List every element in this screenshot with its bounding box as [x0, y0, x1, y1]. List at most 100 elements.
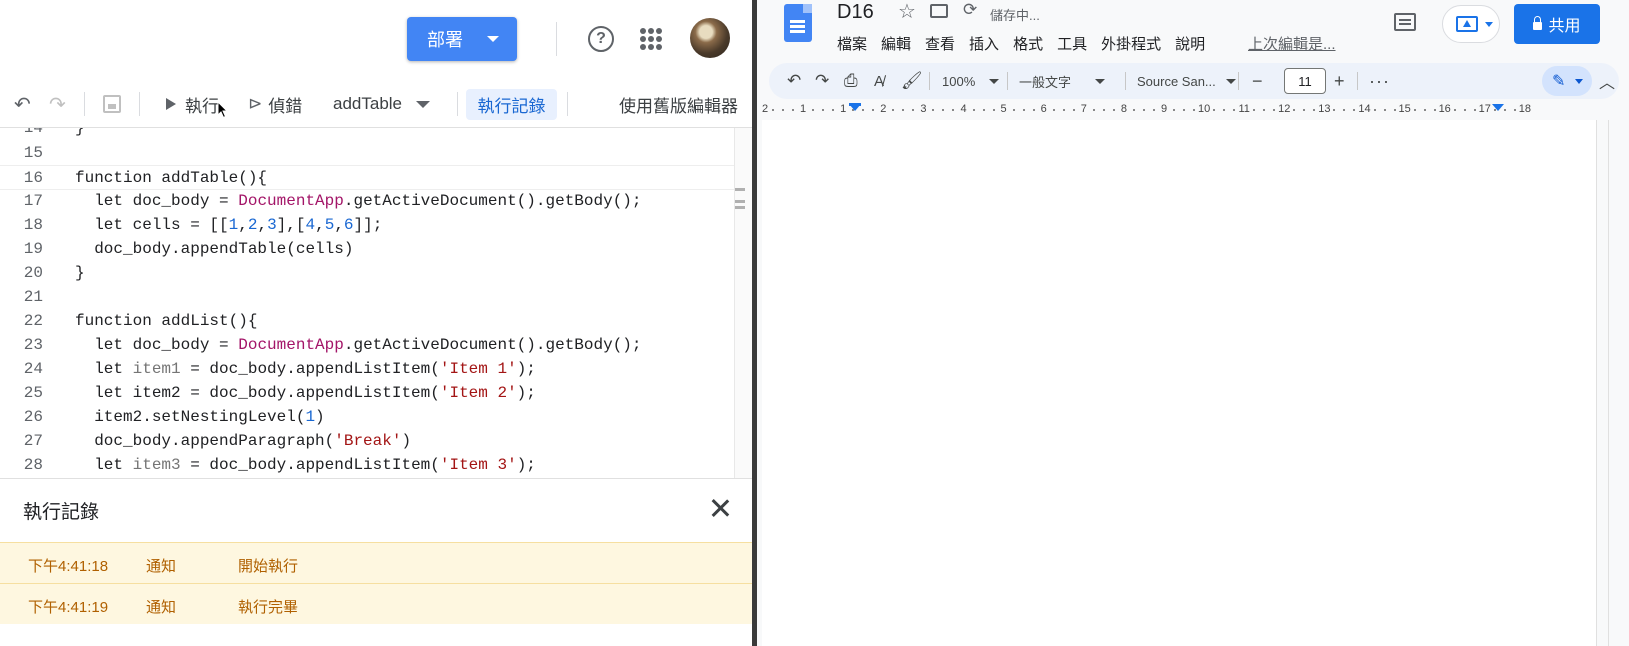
- ruler-tick: [1413, 109, 1416, 111]
- ruler-tick: [1473, 109, 1476, 111]
- zoom-select[interactable]: 100%: [942, 63, 1000, 99]
- docs-logo-icon[interactable]: [784, 4, 812, 42]
- redo-button[interactable]: ↷: [49, 80, 66, 128]
- ruler-tick: [1062, 109, 1065, 111]
- document-title[interactable]: D16: [837, 1, 874, 24]
- ruler[interactable]: 2 1 1 2 3 4 5 6 7 8 9 10 11 12 13 14 15 16 17 18: [762, 103, 1605, 117]
- code-editor[interactable]: 14} 15 16 function addTable(){17 let doc_b…: [0, 128, 734, 478]
- move-to-folder-icon[interactable]: [930, 4, 948, 18]
- legacy-editor-button[interactable]: 使用舊版編輯器: [619, 80, 738, 128]
- ruler-label: 2: [761, 103, 769, 115]
- spellcheck-button[interactable]: A̸: [874, 63, 884, 99]
- ruler-tick: [952, 109, 955, 111]
- redo-button[interactable]: ↷: [815, 63, 829, 99]
- chevron-down-icon: [1225, 78, 1236, 84]
- execution-log-toggle[interactable]: 執行記錄: [466, 89, 557, 120]
- avatar[interactable]: [690, 18, 730, 58]
- ruler-tick: [1102, 109, 1105, 111]
- debug-button[interactable]: ⊳ 偵錯: [248, 80, 302, 128]
- close-icon[interactable]: [708, 496, 732, 520]
- ruler-tick: [942, 109, 945, 111]
- ruler-tick: [782, 109, 785, 111]
- legacy-editor-label: 使用舊版編輯器: [619, 96, 738, 116]
- menu-help[interactable]: 說明: [1175, 33, 1205, 55]
- ruler-tick: [1193, 109, 1196, 111]
- code-line: 25 let item2 = doc_body.appendListItem('…: [0, 381, 734, 406]
- ruler-tick: [1423, 109, 1426, 111]
- code-line: 14}: [23, 128, 85, 137]
- line-number: 17: [23, 192, 43, 210]
- ruler-label: 15: [1398, 103, 1411, 115]
- undo-button[interactable]: ↶: [14, 80, 31, 128]
- run-button[interactable]: 執行: [166, 80, 219, 128]
- menu-tools[interactable]: 工具: [1057, 33, 1087, 55]
- help-icon[interactable]: ?: [588, 26, 614, 52]
- menu-addons[interactable]: 外掛程式: [1101, 33, 1161, 55]
- comment-history-icon[interactable]: [1394, 13, 1416, 31]
- menu-edit[interactable]: 編輯: [881, 33, 911, 55]
- ruler-label: 7: [1080, 103, 1087, 115]
- scroll-marker: [735, 200, 745, 203]
- print-button[interactable]: ⎙: [844, 63, 858, 99]
- editing-mode-button[interactable]: ✎: [1542, 66, 1592, 96]
- menu-file[interactable]: 檔案: [837, 33, 867, 55]
- menu-format[interactable]: 格式: [1013, 33, 1043, 55]
- ruler-label: 5: [1000, 103, 1007, 115]
- undo-icon: ↶: [14, 93, 31, 116]
- paint-format-button[interactable]: 🖌︎: [901, 63, 923, 99]
- code-text: let doc_body = DocumentApp.getActiveDocu…: [75, 192, 642, 210]
- more-options-button[interactable]: ···: [1369, 63, 1390, 99]
- code-text: function addTable(){: [75, 169, 268, 187]
- docs-toolbar: ↶ ↷ ⎙ A̸ 🖌︎ 100% 一般文字 Source San... − 11…: [769, 63, 1619, 99]
- style-select[interactable]: 一般文字: [1019, 63, 1106, 99]
- present-button[interactable]: [1442, 5, 1500, 43]
- chevron-down-icon: [989, 78, 1000, 84]
- function-select[interactable]: addTable: [333, 80, 431, 128]
- save-button[interactable]: [103, 80, 121, 128]
- scroll-marker: [735, 206, 745, 209]
- code-text: item2.setNestingLevel(1): [75, 408, 325, 426]
- editor-toolbar: ↶ ↷ 執行 ⊳ 偵錯 addTable 使用舊版編輯器: [0, 80, 752, 128]
- ruler-tick: [992, 109, 995, 111]
- share-button[interactable]: 共用: [1514, 4, 1600, 44]
- code-text: let item3 = doc_body.appendListItem('Ite…: [75, 456, 536, 474]
- undo-button[interactable]: ↶: [787, 63, 801, 99]
- code-text: doc_body.appendParagraph('Break'): [75, 432, 412, 450]
- ruler-tick: [1373, 109, 1376, 111]
- apps-grid-icon[interactable]: [640, 28, 662, 50]
- log-row: 下午4:41:19 通知 執行完畢: [0, 583, 752, 624]
- left-indent-marker[interactable]: [849, 104, 861, 111]
- run-label: 執行: [185, 96, 219, 116]
- code-text: let item1 = doc_body.appendListItem('Ite…: [75, 360, 536, 378]
- ruler-tick: [1253, 109, 1256, 111]
- menu-insert[interactable]: 插入: [969, 33, 999, 55]
- ruler-label: 6: [1040, 103, 1047, 115]
- more-horiz-icon: ···: [1369, 70, 1390, 91]
- log-time: 下午4:41:18: [28, 558, 109, 575]
- code-text: let item2 = doc_body.appendListItem('Ite…: [75, 384, 536, 402]
- code-line: 24 let item1 = doc_body.appendListItem('…: [0, 357, 734, 382]
- ruler-label: 16: [1438, 103, 1451, 115]
- ruler-tick: [982, 109, 985, 111]
- font-select[interactable]: Source San...: [1137, 63, 1236, 99]
- decrease-font-size-button[interactable]: −: [1252, 63, 1263, 99]
- log-time: 下午4:41:19: [28, 599, 109, 616]
- toolbar-divider: [457, 92, 458, 116]
- docs-scrollbar[interactable]: [1608, 120, 1609, 646]
- ruler-label: 18: [1518, 103, 1532, 115]
- script-header: 部署 ?: [0, 0, 752, 80]
- toolbar-divider: [1125, 72, 1126, 90]
- document-page[interactable]: [762, 120, 1597, 646]
- ruler-label: 8: [1120, 103, 1127, 115]
- last-edit-link[interactable]: 上次編輯是...: [1248, 33, 1336, 54]
- increase-font-size-button[interactable]: +: [1334, 63, 1345, 99]
- deploy-button[interactable]: 部署: [407, 17, 517, 61]
- right-indent-marker[interactable]: [1492, 104, 1504, 111]
- star-icon[interactable]: ☆: [898, 0, 916, 24]
- chevron-down-icon: [416, 100, 431, 108]
- hide-menus-button[interactable]: ︿: [1599, 63, 1615, 99]
- font-size-input[interactable]: 11: [1284, 68, 1326, 94]
- ruler-tick: [1383, 109, 1386, 111]
- menu-view[interactable]: 查看: [925, 33, 955, 55]
- editor-scrollbar[interactable]: [734, 128, 752, 478]
